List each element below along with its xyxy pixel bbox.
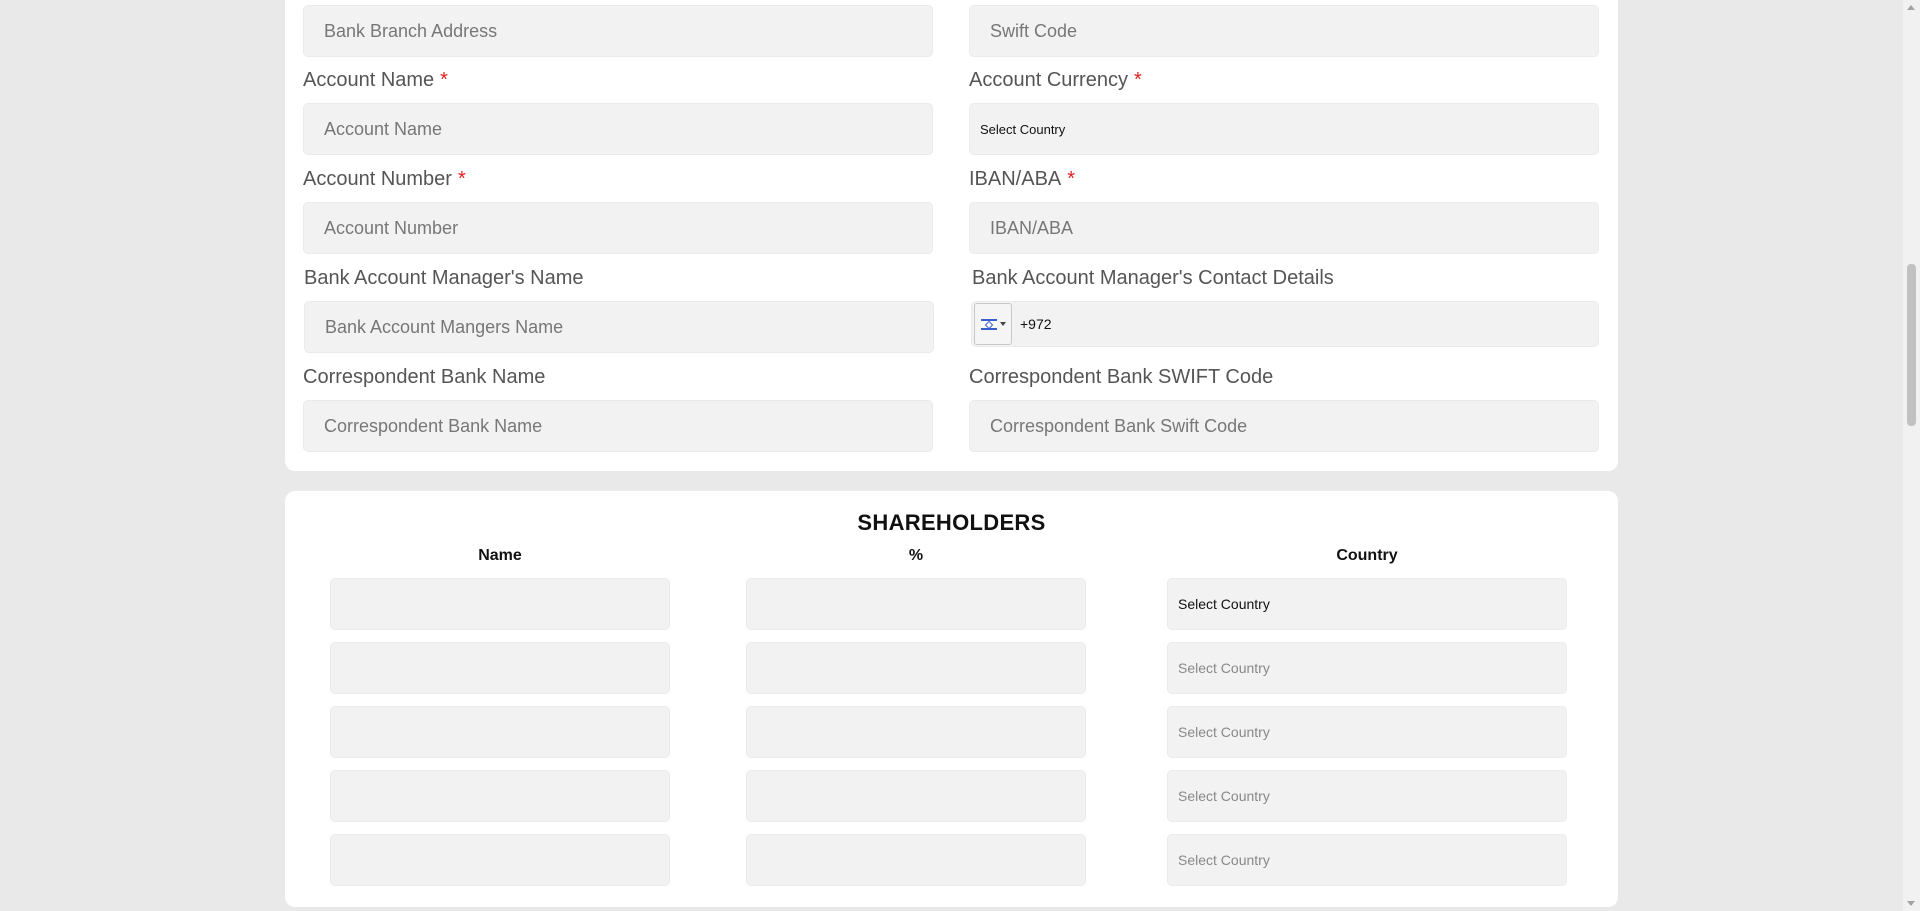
scroll-down-arrow-icon[interactable] [1907, 901, 1915, 906]
shareholders-title: SHAREHOLDERS [857, 510, 1046, 535]
manager-contact-label: Bank Account Manager's Contact Details [972, 267, 1334, 289]
account-currency-value: Select Country [980, 121, 1066, 137]
correspondent-swift-input[interactable] [969, 400, 1599, 452]
shareholder-name-input[interactable] [330, 578, 670, 630]
shareholder-country-select[interactable]: Select Country [1167, 706, 1567, 758]
column-header-percent: % [908, 547, 924, 564]
shareholder-percent-input[interactable] [746, 834, 1086, 886]
shareholder-country-select[interactable]: Select Country [1167, 642, 1567, 694]
required-marker: * [457, 168, 466, 190]
column-header-country: Country [1336, 547, 1398, 564]
account-name-input[interactable] [303, 103, 933, 155]
swift-code-input[interactable] [969, 5, 1599, 57]
bank-branch-address-input[interactable] [303, 5, 933, 57]
shareholder-country-value: Select Country [1178, 788, 1270, 804]
shareholder-country-value: Select Country [1178, 660, 1270, 676]
correspondent-bank-name-label: Correspondent Bank Name [303, 366, 546, 388]
shareholder-name-input[interactable] [330, 834, 670, 886]
required-marker: * [1133, 69, 1142, 91]
shareholders-card: SHAREHOLDERS Name % Country Select Count… [285, 491, 1618, 907]
scrollbar-thumb[interactable] [1907, 264, 1916, 426]
shareholder-country-value: Select Country [1178, 724, 1270, 740]
manager-contact-input[interactable] [1012, 304, 1598, 344]
account-name-label: Account Name * [303, 69, 448, 91]
country-code-dropdown[interactable] [974, 303, 1012, 345]
shareholder-country-select[interactable]: Select Country [1167, 770, 1567, 822]
bank-details-card: Account Name* Account Currency* Select C… [285, 0, 1618, 471]
israel-flag-icon [980, 318, 997, 330]
iban-aba-input[interactable] [969, 202, 1599, 254]
page-scrollbar[interactable] [1903, 0, 1920, 911]
manager-contact-phone [971, 301, 1599, 347]
scroll-up-arrow-icon[interactable] [1907, 5, 1915, 10]
shareholder-name-input[interactable] [330, 770, 670, 822]
manager-name-label: Bank Account Manager's Name [304, 267, 584, 289]
shareholder-percent-input[interactable] [746, 642, 1086, 694]
chevron-down-icon [999, 322, 1006, 326]
account-number-label: Account Number * [303, 168, 466, 190]
shareholder-country-value: Select Country [1178, 596, 1270, 612]
required-marker: * [440, 69, 448, 91]
correspondent-swift-label: Correspondent Bank SWIFT Code [969, 366, 1274, 388]
column-header-name: Name [478, 547, 522, 564]
required-marker: * [1067, 168, 1076, 190]
shareholder-name-input[interactable] [330, 706, 670, 758]
shareholder-percent-input[interactable] [746, 706, 1086, 758]
manager-name-input[interactable] [304, 301, 934, 353]
shareholder-percent-input[interactable] [746, 770, 1086, 822]
shareholder-country-select[interactable]: Select Country [1167, 834, 1567, 886]
account-number-input[interactable] [303, 202, 933, 254]
account-currency-select[interactable]: Select Country [969, 103, 1599, 155]
correspondent-bank-name-input[interactable] [303, 400, 933, 452]
shareholder-country-value: Select Country [1178, 852, 1270, 868]
shareholder-percent-input[interactable] [746, 578, 1086, 630]
iban-aba-label: IBAN/ABA * [969, 168, 1076, 190]
shareholder-country-select[interactable]: Select Country [1167, 578, 1567, 630]
shareholder-name-input[interactable] [330, 642, 670, 694]
account-currency-label: Account Currency * [969, 69, 1142, 91]
